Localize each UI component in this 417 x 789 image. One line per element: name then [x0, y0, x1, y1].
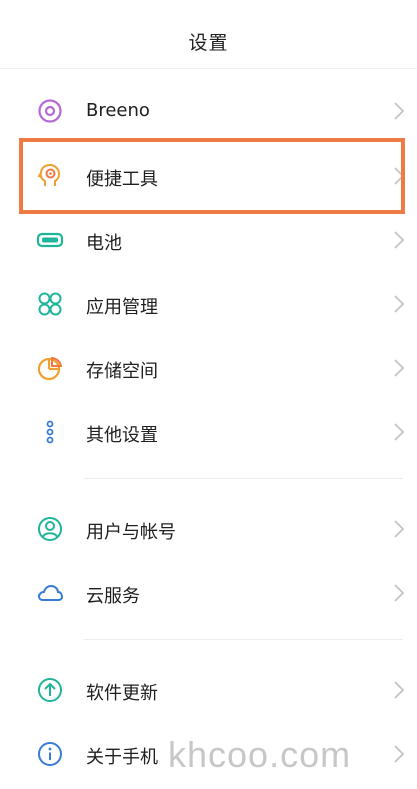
chevron-right-icon [393, 230, 405, 250]
settings-item-label: 存储空间 [86, 361, 158, 382]
settings-item-label: Breeno [86, 100, 150, 121]
section-divider [84, 478, 403, 479]
settings-item-label: 电池 [86, 233, 122, 254]
watermark: khcoo.com [168, 734, 352, 775]
arrow-up-circle-icon [36, 676, 64, 704]
user-icon [36, 515, 64, 543]
page-title: 设置 [188, 32, 229, 54]
chevron-right-icon [393, 358, 405, 378]
app-grid-icon [36, 290, 64, 318]
pie-chart-icon [36, 354, 64, 382]
section-divider [84, 639, 403, 640]
settings-item-storage[interactable]: 存储空间 [0, 340, 417, 396]
chevron-right-icon [393, 583, 405, 603]
settings-item-label: 用户与帐号 [86, 522, 176, 543]
chevron-right-icon [393, 101, 405, 121]
settings-item-account[interactable]: 用户与帐号 [0, 501, 417, 557]
battery-icon [36, 226, 64, 254]
chevron-right-icon [393, 422, 405, 442]
chevron-right-icon [393, 680, 405, 700]
settings-item-label: 关于手机 [86, 747, 158, 768]
settings-item-apps[interactable]: 应用管理 [0, 276, 417, 332]
breeno-ring-icon [36, 97, 64, 125]
settings-item-cloud[interactable]: 云服务 [0, 565, 417, 621]
dots-icon [36, 418, 64, 446]
title-bar: 设置 [0, 0, 417, 69]
settings-item-breeno[interactable]: Breeno [0, 83, 417, 139]
settings-item-other[interactable]: 其他设置 [0, 404, 417, 460]
settings-item-update[interactable]: 软件更新 [0, 662, 417, 718]
chevron-right-icon [393, 294, 405, 314]
chevron-right-icon [393, 519, 405, 539]
settings-item-label: 应用管理 [86, 297, 158, 318]
settings-item-label: 云服务 [86, 586, 140, 607]
settings-item-label: 其他设置 [86, 425, 158, 446]
settings-item-label: 软件更新 [86, 683, 158, 704]
settings-item-battery[interactable]: 电池 [0, 212, 417, 268]
chevron-right-icon [393, 744, 405, 764]
info-icon [36, 740, 64, 768]
cloud-icon [36, 579, 64, 607]
highlight-annotation-box [19, 138, 405, 214]
